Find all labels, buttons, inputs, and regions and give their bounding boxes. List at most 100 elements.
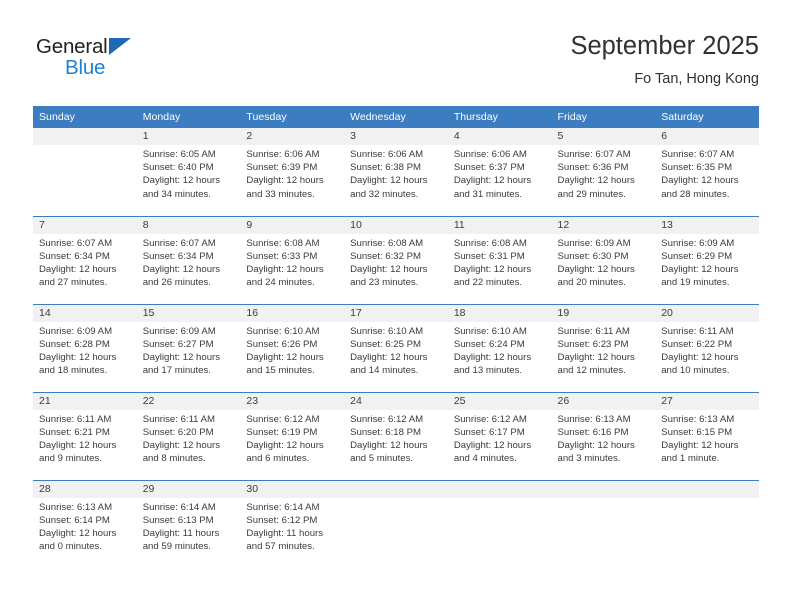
calendar-cell-empty [551, 479, 656, 568]
calendar-day-cell[interactable]: 30 Sunrise: 6:14 AM Sunset: 6:12 PM Dayligh… [240, 479, 345, 568]
daylight-duration: Daylight: 12 hours and 13 minutes. [453, 351, 532, 377]
day-number [344, 480, 448, 498]
day-number: 29 [136, 480, 241, 498]
calendar-day-cell[interactable]: 18 Sunrise: 6:10 AM Sunset: 6:24 PM Dayligh… [447, 303, 552, 392]
calendar-day-cell[interactable]: 14 Sunrise: 6:09 AM Sunset: 6:28 PM Dayligh… [33, 303, 137, 392]
sunset-time: Sunset: 6:22 PM [661, 338, 733, 350]
sunrise-time: Sunrise: 6:10 AM [350, 325, 424, 337]
day-number: 14 [33, 304, 137, 322]
calendar-week-row: 1 Sunrise: 6:05 AM Sunset: 6:40 PM Daylight… [33, 128, 759, 216]
day-details: Sunrise: 6:12 AM Sunset: 6:19 PM Daylight:… [240, 410, 344, 466]
sunrise-time: Sunrise: 6:12 AM [246, 413, 320, 425]
day-details: Sunrise: 6:09 AM Sunset: 6:29 PM Daylight:… [655, 234, 759, 290]
sunset-time: Sunset: 6:16 PM [557, 426, 629, 438]
daylight-duration: Daylight: 12 hours and 22 minutes. [453, 263, 532, 289]
calendar-week-row: 21 Sunrise: 6:11 AM Sunset: 6:21 PM Dayligh… [33, 391, 759, 480]
calendar-day-cell[interactable]: 29 Sunrise: 6:14 AM Sunset: 6:13 PM Dayligh… [136, 479, 241, 568]
daylight-duration: Daylight: 12 hours and 17 minutes. [142, 351, 221, 377]
daylight-duration: Daylight: 11 hours and 59 minutes. [142, 527, 220, 553]
logo-text-blue: Blue [65, 56, 106, 79]
calendar-cell-empty [655, 479, 759, 568]
sunset-time: Sunset: 6:14 PM [39, 514, 110, 526]
sunrise-time: Sunrise: 6:06 AM [246, 149, 320, 160]
calendar-day-cell[interactable]: 25 Sunrise: 6:12 AM Sunset: 6:17 PM Dayligh… [447, 391, 552, 480]
day-number: 2 [240, 128, 345, 145]
day-details: Sunrise: 6:08 AM Sunset: 6:31 PM Daylight:… [448, 234, 552, 290]
calendar-day-cell[interactable]: 1 Sunrise: 6:05 AM Sunset: 6:40 PM Daylight… [136, 128, 241, 216]
calendar-day-cell[interactable]: 10 Sunrise: 6:08 AM Sunset: 6:32 PM Dayligh… [344, 215, 448, 304]
day-details: Sunrise: 6:13 AM Sunset: 6:16 PM Daylight:… [552, 410, 656, 466]
calendar-day-cell[interactable]: 20 Sunrise: 6:11 AM Sunset: 6:22 PM Dayligh… [655, 303, 759, 392]
day-details: Sunrise: 6:10 AM Sunset: 6:26 PM Daylight:… [240, 322, 344, 378]
day-details: Sunrise: 6:14 AM Sunset: 6:12 PM Daylight:… [240, 498, 344, 554]
sunrise-time: Sunrise: 6:07 AM [557, 149, 631, 160]
day-number: 25 [447, 392, 552, 410]
calendar-day-cell[interactable]: 3 Sunrise: 6:06 AM Sunset: 6:38 PM Daylight… [344, 128, 448, 216]
daylight-duration: Daylight: 12 hours and 1 minute. [661, 439, 739, 465]
sunset-time: Sunset: 6:34 PM [39, 250, 110, 262]
day-number: 16 [240, 304, 345, 322]
day-details: Sunrise: 6:07 AM Sunset: 6:35 PM Daylight:… [655, 145, 759, 201]
day-number: 19 [551, 304, 656, 322]
calendar-day-cell[interactable]: 24 Sunrise: 6:12 AM Sunset: 6:18 PM Dayligh… [344, 391, 448, 480]
calendar-day-cell[interactable]: 8 Sunrise: 6:07 AM Sunset: 6:34 PM Daylight… [136, 215, 241, 304]
calendar-day-cell[interactable]: 17 Sunrise: 6:10 AM Sunset: 6:25 PM Dayligh… [344, 303, 448, 392]
day-number [33, 128, 137, 145]
day-details: Sunrise: 6:11 AM Sunset: 6:20 PM Daylight:… [137, 410, 241, 466]
daylight-duration: Daylight: 12 hours and 6 minutes. [246, 439, 324, 465]
calendar-day-cell[interactable]: 15 Sunrise: 6:09 AM Sunset: 6:27 PM Dayligh… [136, 303, 241, 392]
sunrise-time: Sunrise: 6:05 AM [142, 149, 216, 160]
calendar-day-cell[interactable]: 23 Sunrise: 6:12 AM Sunset: 6:19 PM Dayligh… [240, 391, 345, 480]
day-details: Sunrise: 6:12 AM Sunset: 6:18 PM Daylight:… [344, 410, 448, 466]
day-number: 28 [33, 480, 137, 498]
sunrise-time: Sunrise: 6:11 AM [142, 413, 216, 425]
calendar-table: Sunday Monday Tuesday Wednesday Thursday Frid… [33, 106, 759, 568]
weekday-header-thursday: Thursday [447, 106, 552, 128]
day-details: Sunrise: 6:11 AM Sunset: 6:21 PM Daylight:… [33, 410, 137, 466]
daylight-duration: Daylight: 12 hours and 24 minutes. [246, 263, 324, 289]
sunrise-time: Sunrise: 6:11 AM [557, 325, 630, 337]
calendar-day-cell[interactable]: 16 Sunrise: 6:10 AM Sunset: 6:26 PM Dayligh… [240, 303, 345, 392]
calendar-day-cell[interactable]: 9 Sunrise: 6:08 AM Sunset: 6:33 PM Daylight… [240, 215, 345, 304]
calendar-day-cell[interactable]: 4 Sunrise: 6:06 AM Sunset: 6:37 PM Daylight… [447, 128, 552, 216]
calendar-day-cell[interactable]: 7 Sunrise: 6:07 AM Sunset: 6:34 PM Daylight… [33, 215, 137, 304]
sunset-time: Sunset: 6:39 PM [246, 162, 318, 174]
day-number: 26 [551, 392, 656, 410]
sunrise-time: Sunrise: 6:10 AM [246, 325, 320, 337]
calendar-day-cell[interactable]: 26 Sunrise: 6:13 AM Sunset: 6:16 PM Dayligh… [551, 391, 656, 480]
day-details: Sunrise: 6:11 AM Sunset: 6:23 PM Daylight:… [552, 322, 656, 378]
calendar-day-cell[interactable]: 6 Sunrise: 6:07 AM Sunset: 6:35 PM Daylight… [655, 128, 759, 216]
page-header: General Blue September 2025 Fo Tan, Hong… [33, 30, 759, 100]
day-number [655, 480, 759, 498]
sunset-time: Sunset: 6:12 PM [246, 514, 318, 526]
day-details: Sunrise: 6:06 AM Sunset: 6:37 PM Daylight:… [448, 145, 552, 201]
day-number: 1 [136, 128, 241, 145]
daylight-duration: Daylight: 12 hours and 20 minutes. [557, 263, 635, 289]
sunrise-time: Sunrise: 6:06 AM [350, 149, 424, 160]
calendar-day-cell[interactable]: 5 Sunrise: 6:07 AM Sunset: 6:36 PM Daylight… [551, 128, 656, 216]
day-number: 24 [344, 392, 448, 410]
day-details: Sunrise: 6:07 AM Sunset: 6:34 PM Daylight:… [33, 234, 137, 290]
calendar-day-cell[interactable]: 28 Sunrise: 6:13 AM Sunset: 6:14 PM Dayligh… [33, 479, 137, 568]
calendar-cell-empty [447, 479, 552, 568]
calendar-day-cell[interactable]: 27 Sunrise: 6:13 AM Sunset: 6:15 PM Dayligh… [655, 391, 759, 480]
sunset-time: Sunset: 6:21 PM [39, 426, 110, 438]
day-number: 9 [240, 216, 345, 234]
calendar-day-cell[interactable]: 12 Sunrise: 6:09 AM Sunset: 6:30 PM Dayligh… [551, 215, 656, 304]
calendar-day-cell[interactable]: 2 Sunrise: 6:06 AM Sunset: 6:39 PM Daylight… [240, 128, 345, 216]
calendar-day-cell[interactable]: 21 Sunrise: 6:11 AM Sunset: 6:21 PM Dayligh… [33, 391, 137, 480]
sunset-time: Sunset: 6:15 PM [661, 426, 733, 438]
sunrise-time: Sunrise: 6:09 AM [661, 237, 735, 249]
calendar-day-cell[interactable]: 19 Sunrise: 6:11 AM Sunset: 6:23 PM Dayligh… [551, 303, 656, 392]
sunrise-time: Sunrise: 6:14 AM [246, 501, 320, 513]
sunrise-time: Sunrise: 6:06 AM [453, 149, 527, 160]
calendar-day-cell[interactable]: 22 Sunrise: 6:11 AM Sunset: 6:20 PM Dayligh… [136, 391, 241, 480]
day-number: 27 [655, 392, 759, 410]
daylight-duration: Daylight: 12 hours and 33 minutes. [246, 175, 324, 200]
calendar-cell-empty [344, 479, 448, 568]
calendar-day-cell[interactable]: 13 Sunrise: 6:09 AM Sunset: 6:29 PM Dayligh… [655, 215, 759, 304]
daylight-duration: Daylight: 12 hours and 34 minutes. [142, 175, 221, 200]
day-number: 23 [240, 392, 345, 410]
sunrise-time: Sunrise: 6:07 AM [661, 149, 735, 160]
calendar-day-cell[interactable]: 11 Sunrise: 6:08 AM Sunset: 6:31 PM Dayligh… [447, 215, 552, 304]
